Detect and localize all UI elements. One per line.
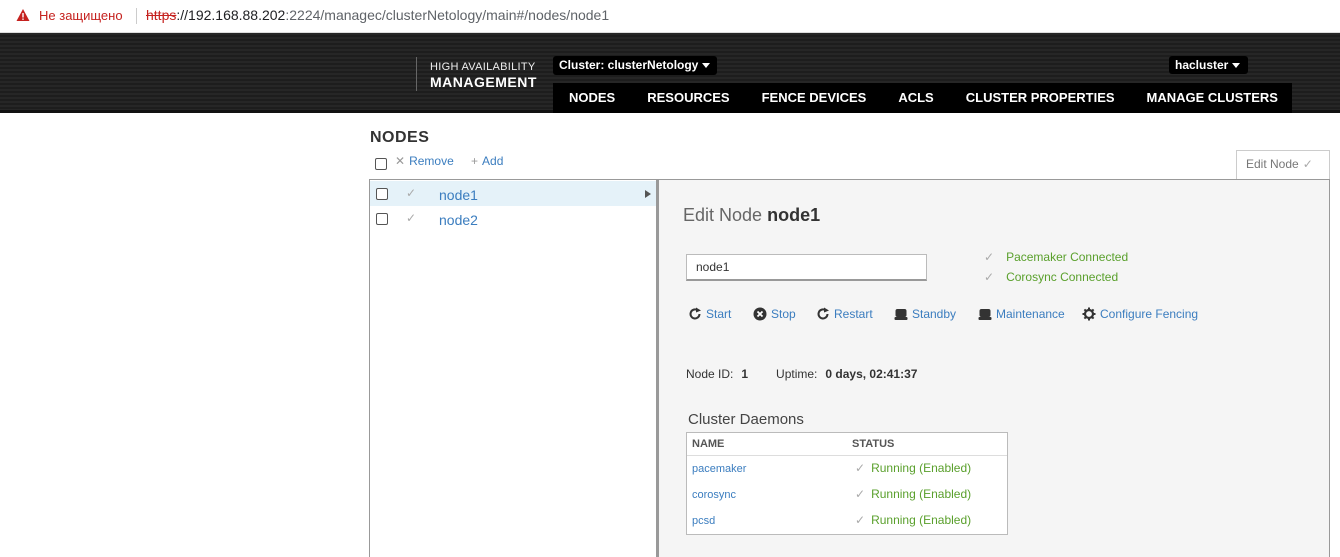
check-icon: ✓ [984,270,995,284]
url-field[interactable]: https://192.168.88.202:2224/managec/clus… [146,7,609,23]
add-button[interactable]: + Add [471,154,503,168]
main-nav: NODES RESOURCES FENCE DEVICES ACLS CLUST… [553,83,1292,113]
cluster-daemons-table: NAME STATUS pacemaker ✓ Running (Enabled)… [686,432,1008,535]
security-warning-text[interactable]: Не защищено [39,8,123,23]
chevron-down-icon [702,63,711,69]
node-name[interactable]: node1 [439,187,478,203]
nav-manage-clusters[interactable]: MANAGE CLUSTERS [1131,83,1294,113]
list-item[interactable]: ✓ node2 [370,206,656,231]
nav-resources[interactable]: RESOURCES [631,83,745,113]
remove-button[interactable]: ✕ Remove [395,154,454,168]
check-icon: ✓ [406,211,417,225]
pacemaker-status-text: Pacemaker Connected [1006,250,1129,264]
standby-button[interactable]: Standby [894,307,956,321]
maintenance-icon [978,309,992,320]
close-icon: ✕ [395,154,406,168]
chevron-right-icon [645,190,651,198]
nav-acls[interactable]: ACLS [882,83,949,113]
nav-fence-devices[interactable]: FENCE DEVICES [746,83,883,113]
check-icon: ✓ [855,513,866,527]
standby-label: Standby [912,307,957,321]
tab-edit-node-label: Edit Node [1246,157,1299,171]
node-id-label: Node ID: [686,367,734,381]
browser-address-bar: Не защищено https://192.168.88.202:2224/… [0,0,1340,33]
corosync-status-text: Corosync Connected [1006,270,1119,284]
daemon-status-text: Running (Enabled) [871,461,972,475]
configure-fencing-button[interactable]: Configure Fencing [1082,307,1198,321]
user-menu-label: hacluster [1175,58,1229,72]
start-label: Start [706,307,732,321]
check-icon: ✓ [855,461,866,475]
uptime-value: 0 days, 02:41:37 [825,367,918,381]
daemon-status: ✓ Running (Enabled) [855,513,971,527]
check-icon: ✓ [406,186,417,200]
warning-icon [16,9,30,21]
table-row: pcsd ✓ Running (Enabled) [687,509,1007,535]
table-row: pacemaker ✓ Running (Enabled) [687,457,1007,483]
restart-button[interactable]: Restart [816,307,873,321]
cluster-selector-label: Cluster: clusterNetology [559,58,699,72]
restart-label: Restart [834,307,873,321]
daemon-status: ✓ Running (Enabled) [855,487,971,501]
node-list: ✓ node1 ✓ node2 [369,179,657,557]
url-protocol: https [146,7,177,23]
uptime-label: Uptime: [776,367,818,381]
cluster-selector[interactable]: Cluster: clusterNetology [553,56,718,75]
standby-icon [894,309,908,320]
node-checkbox[interactable] [376,213,388,225]
plus-icon: + [471,154,479,168]
node-name-field[interactable] [686,254,927,281]
url-path: :2224/managec/clusterNetology/main#/node… [285,7,610,23]
daemon-name[interactable]: corosync [692,489,736,501]
list-item[interactable]: ✓ node1 [370,181,656,206]
configure-fencing-label: Configure Fencing [1100,307,1199,321]
tab-edit-node[interactable]: Edit Node ✓ [1236,150,1330,180]
table-header: NAME STATUS [687,433,1007,456]
refresh-icon [689,307,701,320]
user-menu[interactable]: hacluster [1169,56,1249,74]
start-button[interactable]: Start [688,307,731,321]
daemon-name[interactable]: pcsd [692,515,715,527]
maintenance-label: Maintenance [996,307,1065,321]
remove-label: Remove [409,154,454,168]
detail-title: Edit Node node1 [683,205,820,226]
daemon-status-text: Running (Enabled) [871,513,972,527]
daemon-name[interactable]: pacemaker [692,463,746,475]
chevron-down-icon [1232,63,1241,69]
nav-nodes[interactable]: NODES [553,83,631,113]
stop-icon [753,307,767,321]
check-icon: ✓ [855,487,866,501]
stop-label: Stop [771,307,796,321]
table-row: corosync ✓ Running (Enabled) [687,483,1007,509]
detail-title-prefix: Edit Node [683,205,763,225]
daemon-status-text: Running (Enabled) [871,487,972,501]
corosync-status: ✓ Corosync Connected [984,270,1118,284]
address-separator [136,8,137,24]
select-all-checkbox[interactable] [375,158,387,170]
check-icon: ✓ [1302,157,1313,171]
gear-icon [1082,307,1096,321]
refresh-icon [817,307,829,320]
stop-button[interactable]: Stop [753,307,796,321]
page-title: NODES [370,129,430,146]
column-header-name: NAME [692,438,725,450]
node-info: Node ID: 1 Uptime: 0 days, 02:41:37 [686,367,945,381]
node-id-value: 1 [741,367,749,381]
daemon-status: ✓ Running (Enabled) [855,461,971,475]
add-label: Add [482,154,504,168]
brand-subtitle: HIGH AVAILABILITY [430,61,536,73]
nav-cluster-properties[interactable]: CLUSTER PROPERTIES [950,83,1131,113]
check-icon: ✓ [984,250,995,264]
node-checkbox[interactable] [376,188,388,200]
detail-title-node: node1 [767,205,821,225]
brand-title: MANAGEMENT [430,74,537,90]
pacemaker-status: ✓ Pacemaker Connected [984,250,1128,264]
node-name[interactable]: node2 [439,212,478,228]
maintenance-button[interactable]: Maintenance [978,307,1065,321]
url-host: ://192.168.88.202 [176,7,286,23]
brand-divider [416,57,417,91]
column-header-status: STATUS [852,438,895,450]
cluster-daemons-title: Cluster Daemons [688,411,804,428]
